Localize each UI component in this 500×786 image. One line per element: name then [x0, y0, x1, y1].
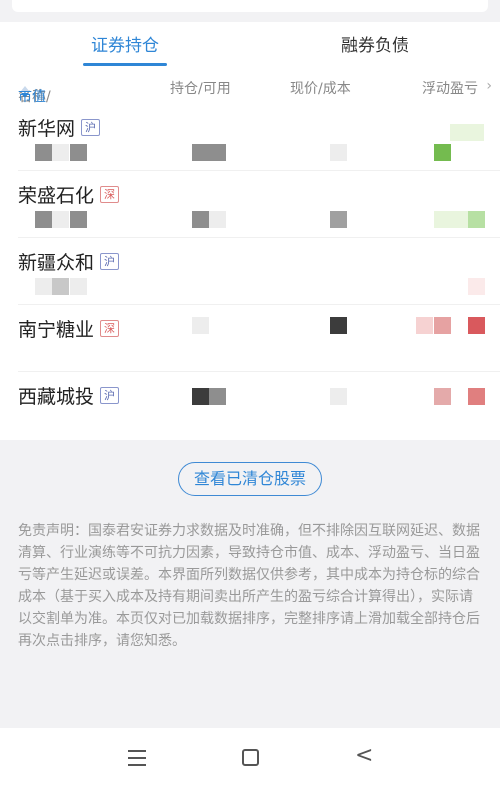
disclaimer-text: 免责声明：国泰君安证券力求数据及时准确，但不排除因互联网延迟、数据清算、行业演练…: [18, 523, 480, 649]
stock-name: 新疆众和沪: [18, 248, 120, 275]
column-position-available[interactable]: 持仓/可用: [170, 78, 231, 98]
market-badge: 沪: [100, 253, 120, 270]
mosaic-block: [192, 144, 226, 161]
holdings-list: 新华网沪 荣盛石化深 新疆众和沪 南宁糖业深 西藏城投 沪: [0, 104, 500, 440]
mosaic-block: [468, 211, 485, 228]
top-strip: [0, 0, 500, 22]
view-cleared-stocks-button[interactable]: 查看已清仓股票: [178, 462, 322, 496]
column-price-cost[interactable]: 现价/成本: [290, 78, 351, 98]
market-badge: 沪: [81, 119, 101, 136]
mosaic-block: [330, 144, 347, 161]
stock-name: 西藏城投沪: [18, 382, 120, 409]
market-badge: 沪: [100, 387, 120, 404]
tab-securities-holdings[interactable]: 证券持仓: [75, 22, 175, 70]
stock-name-text: 新华网: [18, 118, 76, 140]
column-header: 名称/市值 持仓/可用 现价/成本 浮动盈亏 ›: [0, 70, 500, 105]
mosaic-block: [192, 317, 209, 334]
system-navigation-bar: <: [0, 728, 500, 786]
mosaic-block: [35, 144, 52, 161]
mosaic-block: [330, 388, 347, 405]
mosaic-block: [434, 144, 451, 161]
top-card-edge: [12, 0, 488, 12]
menu-icon[interactable]: [128, 750, 146, 766]
stock-name: 南宁糖业深: [18, 315, 120, 342]
mosaic-block: [330, 211, 347, 228]
table-row[interactable]: 新华网沪: [0, 104, 500, 171]
table-row[interactable]: 荣盛石化深: [0, 171, 500, 238]
mosaic-block: [330, 317, 347, 334]
mosaic-block: [70, 211, 87, 228]
mosaic-block: [468, 388, 485, 405]
mosaic-block: [434, 211, 468, 228]
back-chevron-icon[interactable]: <: [355, 745, 373, 767]
mosaic-block: [434, 317, 451, 334]
mosaic-block: [70, 278, 87, 295]
column-floating-pnl[interactable]: 浮动盈亏: [422, 78, 478, 98]
stock-name-text: 新疆众和: [18, 252, 95, 274]
mosaic-block: [52, 144, 69, 161]
mosaic-block: [52, 278, 69, 295]
stock-name-text: 南宁糖业: [18, 319, 95, 341]
tab-bar: 证券持仓 融券负债: [0, 22, 500, 70]
table-row[interactable]: 西藏城投沪: [0, 372, 500, 439]
stock-name-text: 西藏城投: [18, 386, 95, 408]
mosaic-block: [209, 388, 226, 405]
market-badge: 深: [100, 320, 120, 337]
table-row[interactable]: 南宁糖业深: [0, 305, 500, 372]
mosaic-block: [209, 211, 226, 228]
mosaic-block: [192, 211, 209, 228]
mosaic-block: [192, 388, 209, 405]
mosaic-block: [416, 317, 433, 334]
mosaic-block: [434, 388, 451, 405]
market-badge: 深: [100, 186, 120, 203]
mosaic-block: [35, 211, 52, 228]
tab-margin-short-liabilities[interactable]: 融券负债: [325, 22, 425, 70]
stock-name: 荣盛石化深: [18, 181, 120, 208]
home-square-icon[interactable]: [242, 749, 259, 766]
table-row[interactable]: 新疆众和沪: [0, 238, 500, 305]
mosaic-block: [35, 278, 52, 295]
mosaic-block: [468, 317, 485, 334]
clear-button-area: 查看已清仓股票: [0, 440, 500, 520]
stock-name: 新华网沪: [18, 114, 101, 141]
mosaic-block: [450, 124, 484, 141]
mosaic-block: [70, 144, 87, 161]
sort-icon: [20, 86, 30, 100]
chevron-right-icon[interactable]: ›: [486, 78, 492, 94]
mosaic-block: [468, 278, 485, 295]
stock-name-text: 荣盛石化: [18, 185, 95, 207]
mosaic-block: [52, 211, 69, 228]
